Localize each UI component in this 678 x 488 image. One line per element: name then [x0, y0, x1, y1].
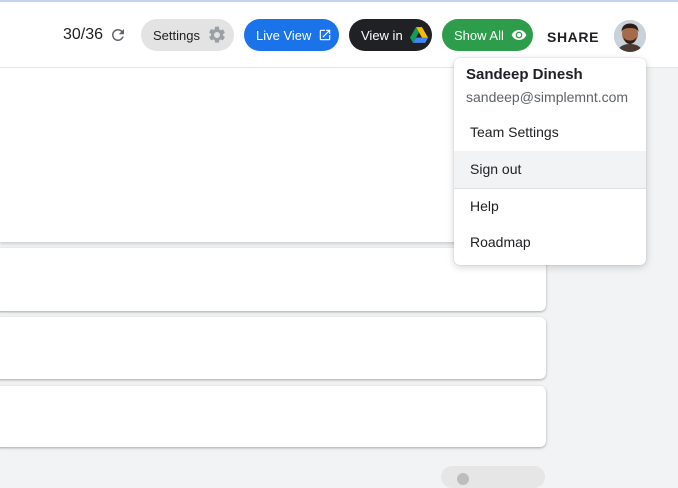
list-card[interactable]	[0, 317, 546, 379]
account-email: sandeep@simplemnt.com	[466, 89, 629, 105]
menu-item-roadmap[interactable]: Roadmap	[454, 224, 646, 261]
menu-item-help[interactable]: Help	[454, 188, 646, 225]
list-card[interactable]	[0, 386, 546, 447]
settings-button[interactable]: Settings	[141, 19, 234, 51]
show-all-label: Show All	[454, 27, 504, 43]
google-drive-icon	[409, 27, 428, 43]
chip-icon	[457, 473, 469, 485]
gear-icon	[207, 25, 227, 45]
content-panel	[0, 68, 462, 242]
live-view-button[interactable]: Live View	[244, 19, 339, 51]
counter-text: 30/36	[63, 26, 104, 43]
external-link-icon	[318, 28, 332, 42]
view-in-drive-button[interactable]: View in	[349, 19, 432, 51]
progress-counter: 30/36	[63, 26, 127, 44]
avatar-image	[614, 20, 646, 52]
menu-item-sign-out[interactable]: Sign out	[454, 151, 646, 188]
account-name: Sandeep Dinesh	[466, 66, 583, 83]
avatar[interactable]	[614, 20, 646, 52]
menu-item-team-settings[interactable]: Team Settings	[454, 114, 646, 151]
share-button[interactable]: SHARE	[547, 29, 599, 45]
live-view-label: Live View	[256, 27, 312, 43]
refresh-icon[interactable]	[109, 26, 127, 44]
show-all-button[interactable]: Show All	[442, 19, 533, 51]
eye-icon	[511, 27, 527, 43]
settings-label: Settings	[153, 27, 200, 43]
account-menu: Sandeep Dinesh sandeep@simplemnt.com Tea…	[454, 58, 646, 265]
view-in-label: View in	[361, 27, 403, 43]
bottom-chip[interactable]	[441, 466, 545, 488]
